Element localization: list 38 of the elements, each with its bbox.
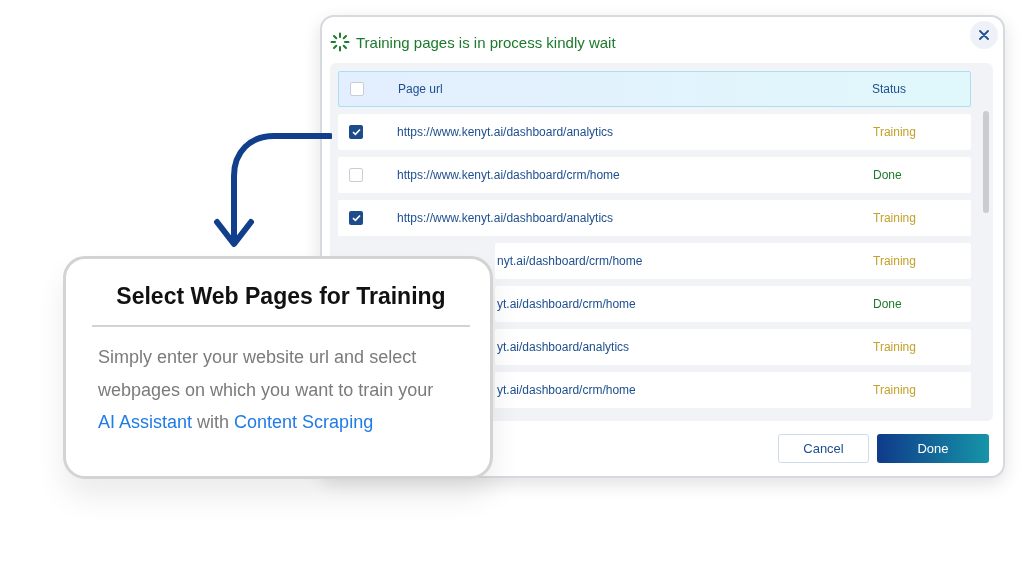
table-row[interactable]: https://www.kenyt.ai/dashboard/analytics Training	[338, 114, 971, 150]
status-text: Training	[873, 211, 917, 225]
status-text: Training	[873, 254, 917, 268]
table-row[interactable]: yt.ai/dashboard/crm/home Done	[495, 286, 971, 322]
checkbox[interactable]	[349, 211, 363, 225]
column-header: Page url	[398, 82, 444, 96]
table-row[interactable]: nyt.ai/dashboard/crm/home Training	[495, 243, 971, 279]
link[interactable]: AI Assistant	[98, 412, 193, 432]
table-row[interactable]: https://www.kenyt.ai/dashboard/analytics Training	[338, 200, 971, 236]
callout-title: Select Web Pages for Training	[115, 283, 447, 310]
status-text: Training	[873, 125, 917, 139]
link[interactable]: Content Scraping	[234, 412, 374, 432]
url-text: yt.ai/dashboard/crm/home	[497, 297, 637, 311]
done-button[interactable]: Done	[877, 434, 989, 463]
checkbox[interactable]	[349, 168, 363, 182]
url-text: nyt.ai/dashboard/crm/home	[497, 254, 644, 268]
checkbox[interactable]	[349, 125, 363, 139]
table-row[interactable]: yt.ai/dashboard/analytics Training	[495, 329, 971, 365]
callout-description: Simply enter your website url and select webpages on which you want to train your AI Assistant with Content Scraping	[98, 346, 435, 434]
url-text: yt.ai/dashboard/analytics	[497, 340, 631, 354]
column-header: Status	[872, 82, 908, 96]
url-text: https://www.kenyt.ai/dashboard/crm/home	[397, 168, 621, 182]
url-text: yt.ai/dashboard/crm/home	[497, 383, 637, 397]
dialog-title: Training pages is in process kindly wait	[356, 33, 616, 51]
status-text: Training	[873, 340, 917, 354]
spinner-icon	[330, 32, 350, 52]
status-text: Training	[873, 383, 917, 397]
url-text: https://www.kenyt.ai/dashboard/analytics	[397, 211, 615, 225]
url-text: https://www.kenyt.ai/dashboard/analytics	[397, 125, 615, 139]
close-icon	[979, 30, 989, 40]
table-row[interactable]: yt.ai/dashboard/crm/home Training	[495, 372, 971, 408]
checkbox[interactable]	[350, 82, 364, 96]
close-button[interactable]	[970, 21, 998, 49]
table-row[interactable]: https://www.kenyt.ai/dashboard/crm/home Done	[338, 157, 971, 193]
cancel-button[interactable]: Cancel	[778, 434, 869, 463]
status-text: Done	[873, 168, 903, 182]
status-text: Done	[873, 297, 903, 311]
scrollbar-thumb[interactable]	[983, 111, 989, 213]
